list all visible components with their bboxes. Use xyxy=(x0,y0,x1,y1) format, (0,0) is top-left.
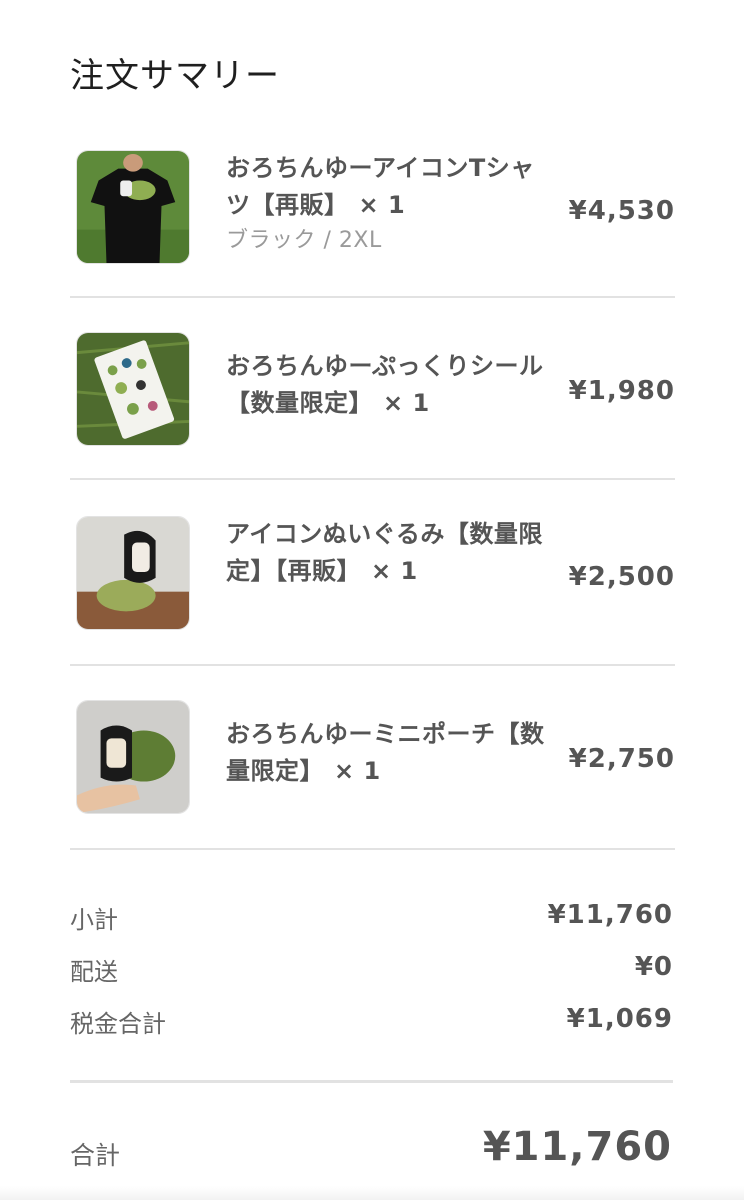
total-value: ¥11,760 xyxy=(482,1124,672,1170)
item-variant: ブラック / 2XL xyxy=(226,228,382,253)
item-price: ¥4,530 xyxy=(568,196,675,226)
total-label: 合計 xyxy=(70,1141,121,1170)
tax-value: ¥1,069 xyxy=(566,1004,673,1034)
subtotal-row: 小計 ¥11,760 xyxy=(70,900,673,940)
shipping-value: ¥0 xyxy=(634,952,673,982)
item-price: ¥1,980 xyxy=(568,376,675,406)
plush-toy-thumbnail xyxy=(76,516,190,630)
shipping-row: 配送 ¥0 xyxy=(70,952,673,992)
bottom-edge xyxy=(0,1186,744,1200)
item-price: ¥2,750 xyxy=(568,744,675,774)
tax-row: 税金合計 ¥1,069 xyxy=(70,1004,673,1044)
divider xyxy=(70,1080,673,1083)
subtotal-value: ¥11,760 xyxy=(547,900,673,930)
item-name: おろちんゆーアイコンTシャツ【再販】 × 1 ブラック / 2XL xyxy=(226,150,546,258)
divider xyxy=(70,664,675,666)
divider xyxy=(70,478,675,480)
item-price: ¥2,500 xyxy=(568,562,675,592)
mini-pouch-thumbnail xyxy=(76,700,190,814)
sticker-sheet-thumbnail xyxy=(76,332,190,446)
line-item: アイコンぬいぐるみ【数量限定】【再販】 × 1 ¥2,500 xyxy=(70,516,675,636)
divider xyxy=(70,848,675,850)
item-name: アイコンぬいぐるみ【数量限定】【再販】 × 1 xyxy=(226,520,543,585)
divider xyxy=(70,296,675,298)
shipping-label: 配送 xyxy=(70,958,118,986)
order-summary-title: 注文サマリー xyxy=(70,56,280,96)
line-item: おろちんゆーミニポーチ【数量限定】 × 1 ¥2,750 xyxy=(70,700,675,820)
t-shirt-thumbnail xyxy=(76,150,190,264)
line-item: おろちんゆーアイコンTシャツ【再販】 × 1 ブラック / 2XL ¥4,530 xyxy=(70,150,675,270)
line-item: おろちんゆーぷっくりシール【数量限定】 × 1 ¥1,980 xyxy=(70,332,675,452)
item-name: おろちんゆーぷっくりシール【数量限定】 × 1 xyxy=(226,352,544,417)
item-name: おろちんゆーミニポーチ【数量限定】 × 1 xyxy=(226,720,545,785)
subtotal-label: 小計 xyxy=(70,906,118,934)
tax-label: 税金合計 xyxy=(70,1010,166,1038)
